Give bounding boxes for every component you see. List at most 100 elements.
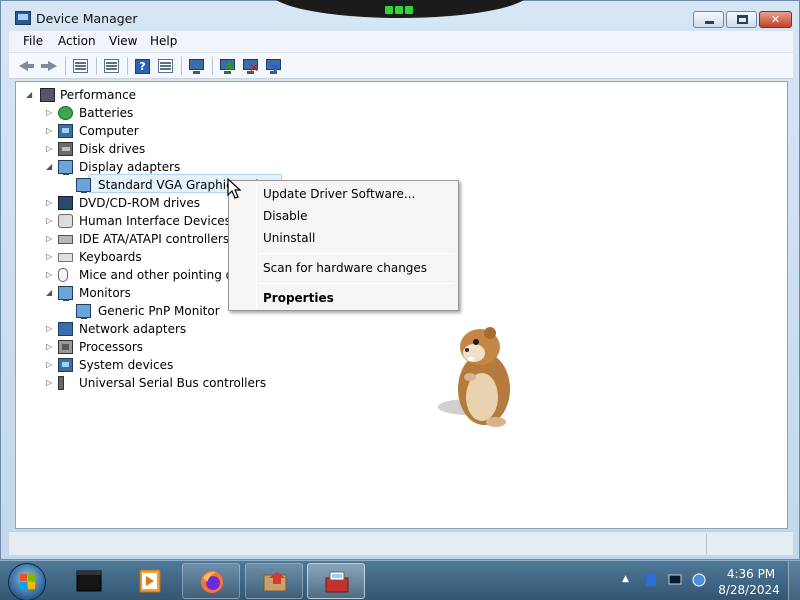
menu-help[interactable]: Help — [150, 34, 177, 48]
tree-item-label: Batteries — [79, 106, 134, 120]
indicator-light — [395, 6, 403, 14]
taskbar-terminal[interactable] — [60, 563, 118, 599]
tree-item-label: Universal Serial Bus controllers — [79, 376, 267, 390]
tree-item-label: DVD/CD-ROM drives — [79, 196, 201, 210]
expand-arrow-icon[interactable]: ▷ — [46, 234, 54, 243]
close-icon: ✕ — [770, 13, 781, 26]
monitor-icon — [58, 286, 73, 301]
console-tree-button[interactable] — [72, 58, 89, 74]
red-x-icon: ✕ — [249, 61, 260, 75]
dvd-drive-icon — [58, 196, 73, 210]
expand-arrow-icon[interactable]: ▷ — [46, 324, 54, 333]
tree-item-processors[interactable]: ▷ Processors — [44, 338, 244, 356]
logo-red — [20, 574, 27, 581]
network-icon[interactable] — [692, 573, 706, 587]
disable-button[interactable]: ▼ — [265, 58, 282, 75]
tree-item-label: IDE ATA/ATAPI controllers — [79, 232, 230, 246]
help-icon: ? — [135, 59, 150, 74]
update-driver-button[interactable]: ▲ — [219, 57, 236, 74]
expand-arrow-icon[interactable]: ▷ — [46, 378, 54, 387]
tree-item-batteries[interactable]: ▷ Batteries — [44, 104, 244, 122]
tree-item-label: Network adapters — [79, 322, 187, 336]
menu-item-label: Disable — [263, 209, 308, 223]
taskbar-file-manager[interactable] — [245, 563, 303, 599]
collapse-arrow-icon[interactable]: ◢ — [46, 162, 54, 171]
taskbar-firefox[interactable] — [182, 563, 240, 599]
media-player-icon — [139, 569, 161, 593]
scan-hardware-icon — [189, 59, 204, 74]
menu-item-update-driver[interactable]: Update Driver Software... — [231, 183, 456, 205]
bluetooth-icon[interactable] — [644, 573, 658, 587]
menu-action[interactable]: Action — [58, 34, 96, 48]
menu-bar: File Action View Help — [9, 31, 793, 53]
display-icon[interactable] — [668, 573, 682, 587]
expand-arrow-icon[interactable]: ▷ — [46, 144, 54, 153]
status-divider — [706, 534, 707, 554]
expand-arrow-icon[interactable]: ▷ — [46, 360, 54, 369]
back-button[interactable] — [19, 58, 36, 74]
expand-arrow-icon[interactable]: ▷ — [46, 108, 54, 117]
properties-button[interactable] — [103, 58, 120, 74]
menu-view[interactable]: View — [109, 34, 137, 48]
tree-item-display-adapters[interactable]: ◢ Display adapters — [44, 158, 244, 176]
taskbar-media-player[interactable] — [120, 563, 178, 599]
tree-item-disk-drives[interactable]: ▷ Disk drives — [44, 140, 244, 158]
hid-icon — [58, 214, 73, 228]
show-hidden-icons-icon[interactable]: ▲ — [622, 574, 636, 588]
tree-item-monitors[interactable]: ◢ Monitors — [44, 284, 244, 302]
close-button[interactable]: ✕ — [759, 11, 792, 28]
collapse-arrow-icon[interactable]: ◢ — [46, 288, 54, 297]
forward-button[interactable] — [40, 58, 57, 74]
tree-item-label: Keyboards — [79, 250, 142, 264]
action-pane-button[interactable] — [157, 58, 174, 74]
help-button[interactable]: ? — [134, 58, 151, 74]
menu-separator — [259, 283, 454, 284]
monitor-icon — [76, 304, 91, 319]
expand-arrow-icon[interactable]: ▷ — [46, 270, 54, 279]
display-adapter-icon — [76, 178, 91, 193]
tree-item-keyboards[interactable]: ▷ Keyboards — [44, 248, 244, 266]
tree-root[interactable]: ◢ Performance — [24, 86, 224, 104]
tree-item-label: Disk drives — [79, 142, 146, 156]
tree-item-dvd-drives[interactable]: ▷ DVD/CD-ROM drives — [44, 194, 244, 212]
tree-item-mice[interactable]: ▷ Mice and other pointing devices — [44, 266, 244, 284]
tree-item-hid[interactable]: ▷ Human Interface Devices — [44, 212, 244, 230]
tree-item-network-adapters[interactable]: ▷ Network adapters — [44, 320, 244, 338]
back-icon — [19, 61, 34, 71]
menu-item-disable[interactable]: Disable — [231, 205, 456, 227]
menu-item-label: Properties — [263, 291, 334, 305]
hamster-mascot[interactable] — [436, 325, 520, 429]
expand-arrow-icon[interactable]: ▷ — [46, 126, 54, 135]
maximize-button[interactable] — [726, 11, 757, 28]
minimize-button[interactable] — [693, 11, 724, 28]
show-desktop-button[interactable] — [788, 561, 800, 600]
scan-hardware-button[interactable] — [188, 58, 205, 74]
menu-item-label: Uninstall — [263, 231, 316, 245]
menu-item-uninstall[interactable]: Uninstall — [231, 227, 456, 249]
expand-arrow-icon[interactable]: ▷ — [46, 198, 54, 207]
mascot-ear — [484, 327, 496, 339]
menu-file[interactable]: File — [23, 34, 43, 48]
taskbar-device-manager[interactable] — [307, 563, 365, 599]
start-button[interactable] — [8, 563, 46, 600]
toolbar-separator — [96, 57, 97, 75]
display-adapter-icon — [58, 160, 73, 175]
device-manager-icon — [15, 11, 31, 25]
collapse-arrow-icon[interactable]: ◢ — [26, 90, 34, 99]
tree-item-system-devices[interactable]: ▷ System devices — [44, 356, 244, 374]
expand-arrow-icon[interactable]: ▷ — [46, 216, 54, 225]
expand-arrow-icon[interactable]: ▷ — [46, 252, 54, 261]
clock-time[interactable]: 4:36 PM — [720, 567, 782, 581]
uninstall-button[interactable]: ✕ — [242, 58, 259, 74]
tree-item-label: Processors — [79, 340, 144, 354]
menu-item-properties[interactable]: Properties — [231, 287, 456, 309]
computer-icon — [58, 124, 73, 138]
clock-date[interactable]: 8/28/2024 — [714, 583, 784, 597]
tree-item-usb-controllers[interactable]: ▷ Universal Serial Bus controllers — [44, 374, 267, 392]
terminal-icon — [76, 570, 102, 592]
menu-item-scan-hardware[interactable]: Scan for hardware changes — [231, 257, 456, 279]
tree-root-label: Performance — [60, 88, 137, 102]
expand-arrow-icon[interactable]: ▷ — [46, 342, 54, 351]
tree-item-ide-controllers[interactable]: ▷ IDE ATA/ATAPI controllers — [44, 230, 244, 248]
tree-item-computer[interactable]: ▷ Computer — [44, 122, 244, 140]
